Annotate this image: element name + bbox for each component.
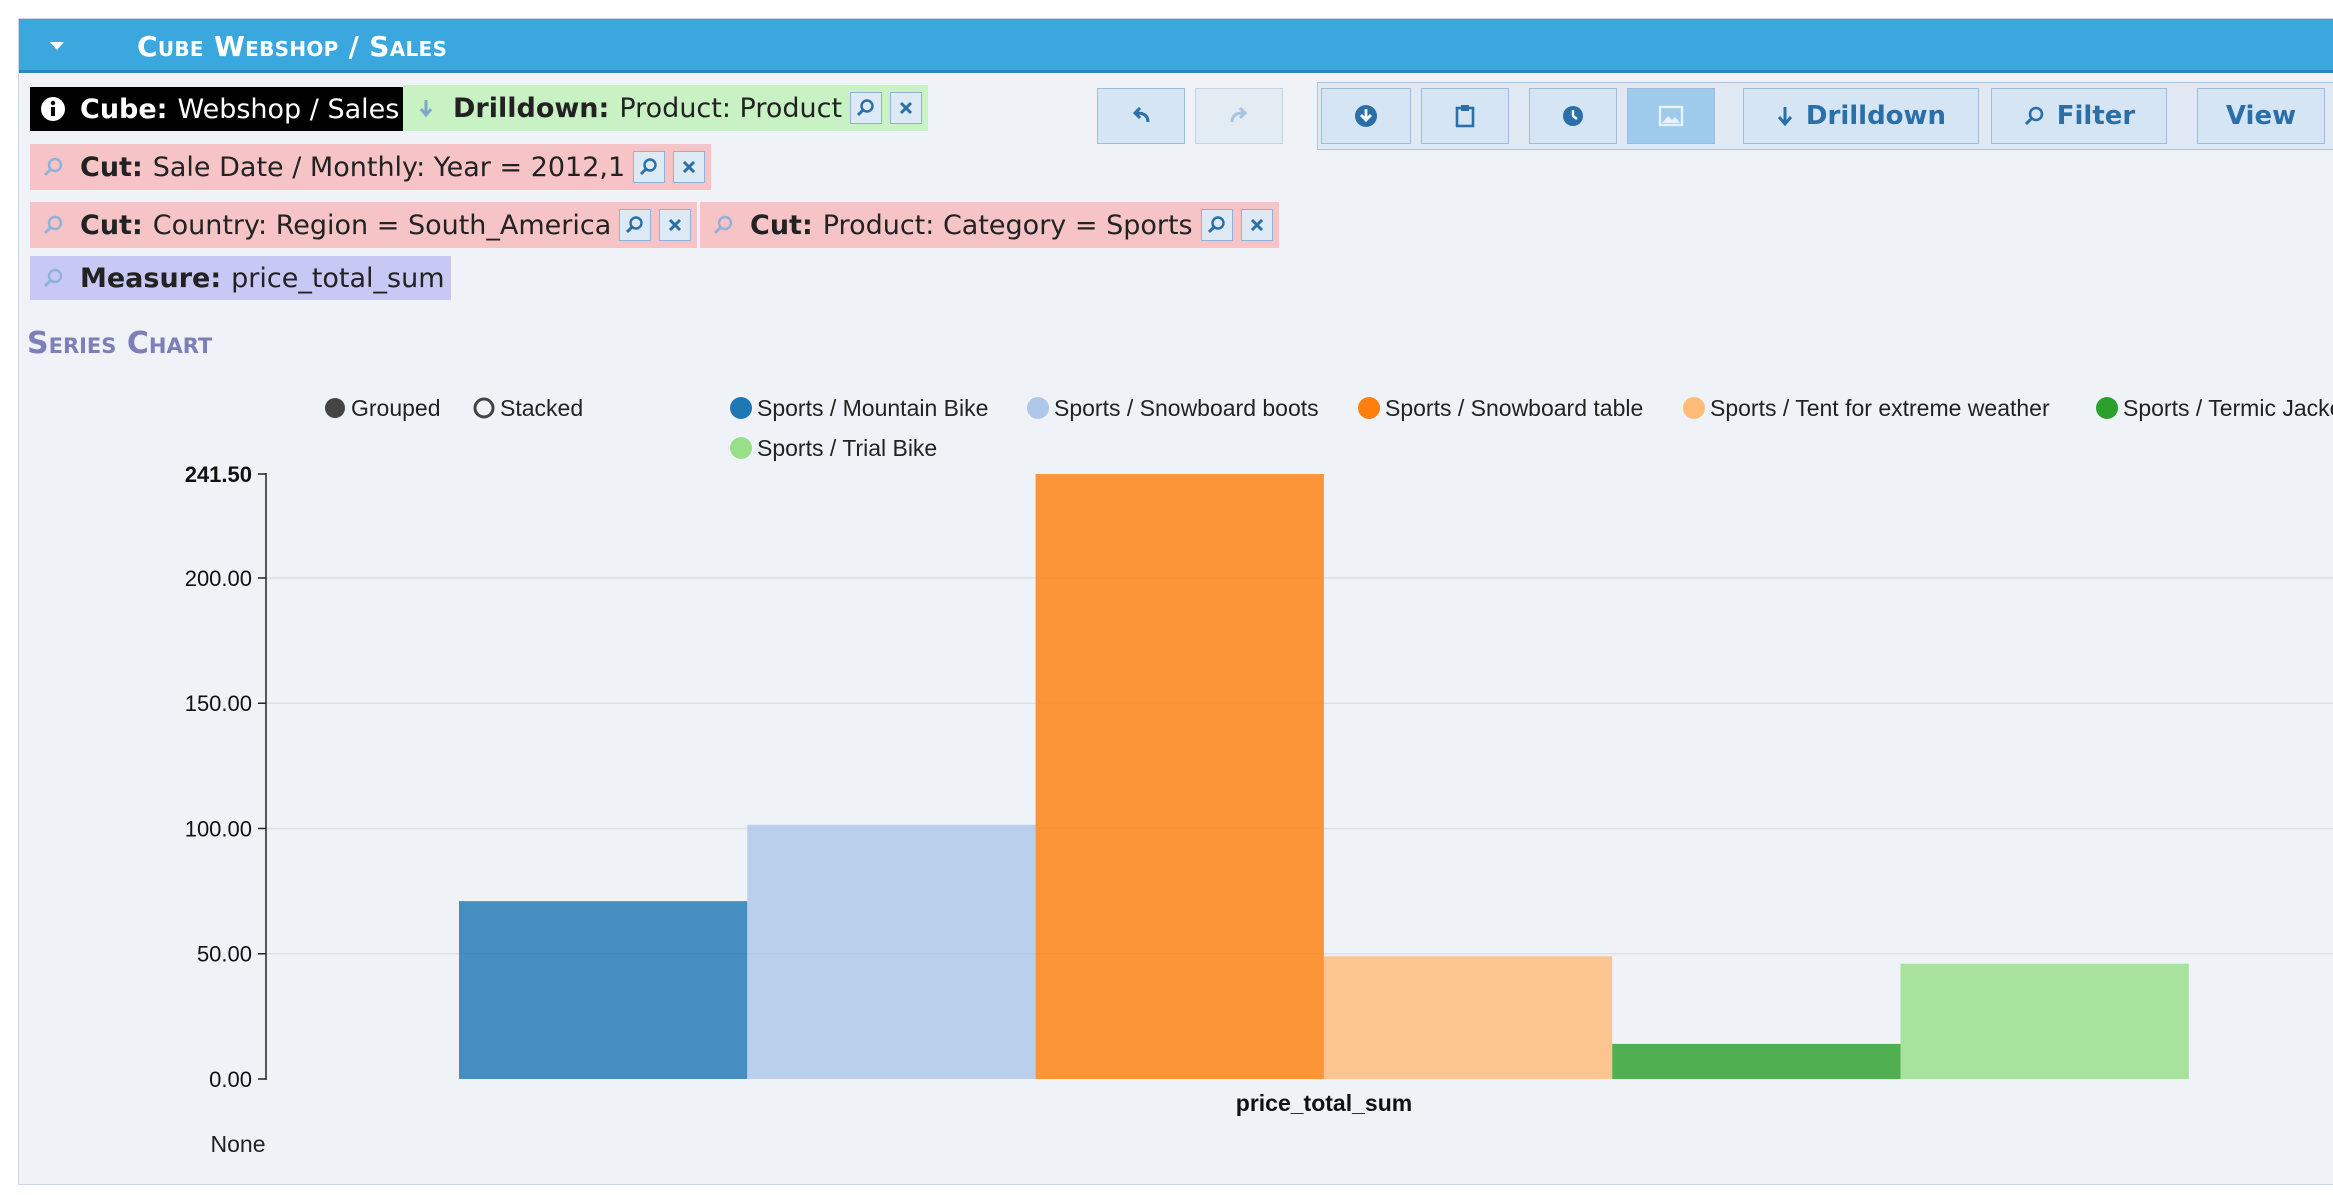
mode-grouped-label: Grouped bbox=[351, 395, 441, 421]
legend-item[interactable]: Sports / Snowboard boots bbox=[1027, 395, 1319, 421]
legend-item[interactable]: Sports / Termic Jacke bbox=[2096, 395, 2333, 421]
legend-label: Sports / Snowboard table bbox=[1385, 395, 1643, 421]
legend-label: Sports / Termic Jacke bbox=[2123, 395, 2333, 421]
y-tick-label: 0.00 bbox=[209, 1067, 252, 1092]
y-axis-ticks: 0.00 50.00 100.00 150.00 200.00 241.50 bbox=[185, 462, 266, 1092]
cube-panel: Cube Webshop / Sales Cube: Webshop / Sal… bbox=[18, 18, 2333, 1185]
mode-stacked[interactable]: Stacked bbox=[473, 395, 583, 421]
legend-swatch bbox=[2096, 397, 2118, 419]
legend-item[interactable]: Sports / Mountain Bike bbox=[730, 395, 988, 421]
x-axis-category-label: price_total_sum bbox=[1236, 1090, 1412, 1116]
series-chart: Grouped Stacked Sports / Mountain Bike Sp… bbox=[185, 395, 2333, 1157]
legend-item[interactable]: Sports / Trial Bike bbox=[730, 435, 937, 461]
bar-sports-snowboard-table[interactable] bbox=[1035, 474, 1324, 1079]
bar-sports-termic-jacke[interactable] bbox=[1612, 1043, 1901, 1079]
legend-label: Sports / Tent for extreme weather bbox=[1710, 395, 2050, 421]
y-tick-label: 50.00 bbox=[197, 942, 252, 967]
legend-swatch bbox=[1027, 397, 1049, 419]
legend-swatch bbox=[730, 397, 752, 419]
footer-label: None bbox=[211, 1131, 266, 1157]
legend-swatch bbox=[1683, 397, 1705, 419]
y-tick-label: 241.50 bbox=[185, 462, 252, 487]
y-tick-label: 150.00 bbox=[185, 691, 252, 716]
bar-sports-mountain-bike[interactable] bbox=[459, 901, 748, 1079]
legend-item[interactable]: Sports / Snowboard table bbox=[1358, 395, 1643, 421]
legend-label: Sports / Snowboard boots bbox=[1054, 395, 1319, 421]
chart-bars bbox=[459, 474, 2189, 1079]
bar-sports-trial-bike[interactable] bbox=[1900, 963, 2189, 1079]
bar-sports-tent-for-extreme-weather[interactable] bbox=[1323, 956, 1613, 1079]
legend-swatch bbox=[730, 437, 752, 459]
radio-grouped-icon bbox=[325, 398, 345, 418]
mode-grouped[interactable]: Grouped bbox=[325, 395, 441, 421]
y-tick-label: 200.00 bbox=[185, 566, 252, 591]
legend-label: Sports / Mountain Bike bbox=[757, 395, 988, 421]
chart-legend: Sports / Mountain Bike Sports / Snowboard… bbox=[730, 395, 2333, 461]
legend-label: Sports / Trial Bike bbox=[757, 435, 937, 461]
legend-item[interactable]: Sports / Tent for extreme weather bbox=[1683, 395, 2050, 421]
radio-stacked-icon bbox=[473, 397, 495, 419]
y-tick-label: 100.00 bbox=[185, 816, 252, 841]
bar-sports-snowboard-boots[interactable] bbox=[747, 824, 1036, 1079]
legend-swatch bbox=[1358, 397, 1380, 419]
mode-stacked-label: Stacked bbox=[500, 395, 583, 421]
